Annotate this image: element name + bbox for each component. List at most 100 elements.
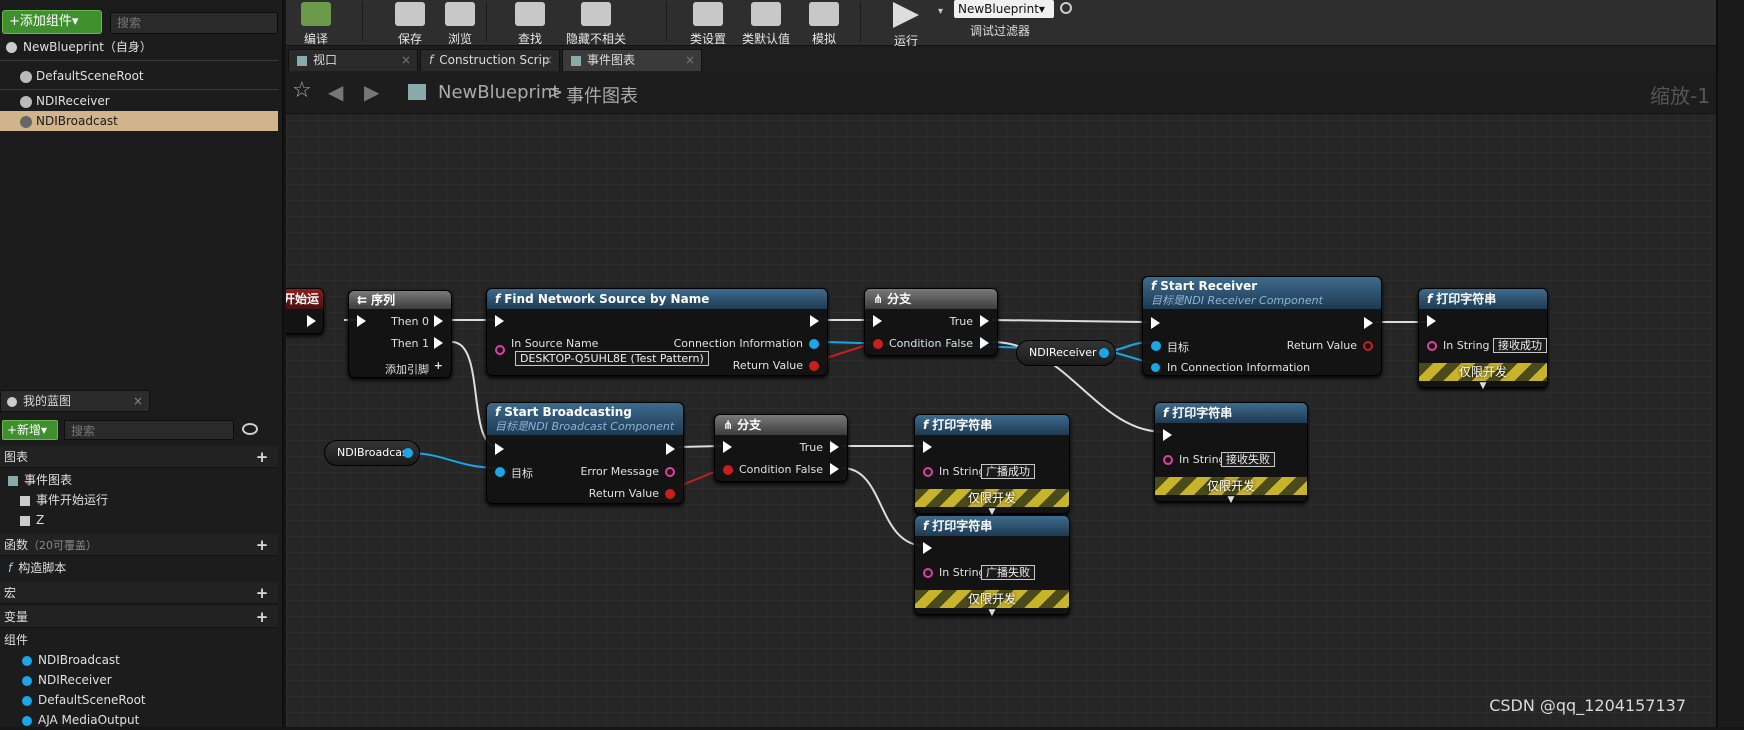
node-start-broadcasting[interactable]: f Start Broadcasting 目标是NDI Broadcast Comp… [486, 402, 684, 504]
tab-construction-script[interactable]: f Construction Scrip × [420, 49, 560, 71]
var-out-pin[interactable] [1099, 348, 1109, 358]
close-icon[interactable]: × [133, 391, 143, 411]
return-value-pin[interactable] [1363, 341, 1373, 351]
in-string-pin[interactable] [1427, 341, 1437, 351]
in-source-name-pin[interactable] [495, 345, 505, 355]
eye-icon[interactable] [242, 423, 258, 435]
hide-unrelated-button[interactable]: 隐藏不相关 [556, 0, 636, 46]
exec-out-pin[interactable] [434, 337, 443, 349]
node-print-receive-fail[interactable]: f 打印字符串 In String 接收失败 仅限开发 ▼ [1154, 402, 1308, 505]
target-pin[interactable] [495, 467, 505, 477]
in-string-field[interactable]: 接收失败 [1221, 452, 1275, 467]
close-icon[interactable]: × [401, 50, 411, 70]
return-value-pin[interactable] [665, 489, 675, 499]
tab-viewport[interactable]: 视口 × [288, 49, 418, 71]
class-defaults-button[interactable]: 类默认值 [736, 0, 796, 46]
exec-in-pin[interactable] [1151, 317, 1160, 329]
section-functions[interactable]: 函数（20可覆盖） + [0, 534, 278, 556]
add-pin-icon[interactable]: + [434, 359, 443, 372]
event-graph-canvas[interactable]: ☆ ◀ ▶ NewBlueprint > 事件图表 缩放-1 开始运 ⇇ 序列 … [286, 72, 1716, 727]
exec-out-pin[interactable] [666, 443, 675, 455]
debug-object-select[interactable]: NewBlueprint▾ [954, 0, 1054, 18]
component-search-input[interactable]: 搜索 [110, 12, 278, 34]
debug-search-icon[interactable] [1060, 2, 1072, 14]
exec-in-pin[interactable] [1163, 429, 1172, 441]
node-sequence[interactable]: ⇇ 序列 Then 0 Then 1 添加引脚 + [348, 290, 452, 378]
node-branch-receiver[interactable]: ⋔ 分支 True Condition False [864, 288, 998, 356]
var-out-pin[interactable] [403, 448, 413, 458]
compile-button[interactable]: 编译 [286, 0, 346, 46]
in-connection-pin[interactable] [1151, 363, 1160, 372]
var-node-ndi-broadcast[interactable]: NDIBroadcast [324, 440, 420, 466]
new-button[interactable]: +新增▾ [2, 420, 58, 440]
section-graphs[interactable]: 图表 + [0, 446, 278, 468]
simulate-button[interactable]: 模拟 [794, 0, 854, 46]
target-pin[interactable] [1151, 341, 1161, 351]
run-options-chevron-icon[interactable]: ▾ [938, 6, 943, 17]
tree-item-ndi-broadcast[interactable]: NDIBroadcast [0, 111, 278, 131]
exec-in-pin[interactable] [1427, 315, 1436, 327]
expand-chevron-icon[interactable]: ▼ [915, 608, 1069, 618]
add-component-button[interactable]: +添加组件▾ [2, 10, 102, 34]
exec-in-pin[interactable] [873, 315, 882, 327]
exec-out-pin[interactable] [434, 315, 443, 327]
exec-in-pin[interactable] [357, 315, 366, 327]
in-string-pin[interactable] [923, 467, 933, 477]
self-item[interactable]: NewBlueprint（自身） [0, 37, 278, 57]
node-branch-broadcast[interactable]: ⋔ 分支 True Condition False [714, 414, 848, 482]
exec-out-pin[interactable] [307, 315, 316, 327]
in-source-name-field[interactable]: DESKTOP-Q5UHL8E (Test Pattern) [515, 351, 709, 366]
exec-in-pin[interactable] [923, 441, 932, 453]
var-item-ndi-receiver[interactable]: NDIReceiver [0, 670, 278, 690]
exec-in-pin[interactable] [723, 441, 732, 453]
node-print-broadcast-success[interactable]: f 打印字符串 In String 广播成功 仅限开发 ▼ [914, 414, 1070, 517]
section-variables[interactable]: 变量 + [0, 606, 278, 628]
connection-info-pin[interactable] [809, 339, 819, 349]
in-string-field[interactable]: 广播成功 [981, 464, 1035, 479]
node-print-broadcast-fail[interactable]: f 打印字符串 In String 广播失败 仅限开发 ▼ [914, 515, 1070, 618]
class-settings-button[interactable]: 类设置 [678, 0, 738, 46]
add-pin-label[interactable]: 添加引脚 [385, 361, 429, 377]
in-string-pin[interactable] [923, 568, 933, 578]
var-item-ndi-broadcast[interactable]: NDIBroadcast [0, 650, 278, 670]
section-macros[interactable]: 宏 + [0, 582, 278, 604]
exec-in-pin[interactable] [495, 315, 504, 327]
in-string-field[interactable]: 广播失败 [981, 565, 1035, 580]
var-item-aja-media-output[interactable]: AJA MediaOutput [0, 710, 278, 730]
node-print-receive-success[interactable]: f 打印字符串 In String 接收成功 仅限开发 ▼ [1418, 288, 1548, 391]
in-string-field[interactable]: 接收成功 [1493, 338, 1547, 353]
true-exec-pin[interactable] [980, 315, 989, 327]
run-button[interactable]: 运行 [876, 0, 936, 48]
condition-pin[interactable] [873, 339, 883, 349]
node-find-network-source[interactable]: f Find Network Source by Name In Source N… [486, 288, 828, 376]
condition-pin[interactable] [723, 465, 733, 475]
return-value-pin[interactable] [809, 361, 819, 371]
my-blueprint-search-input[interactable]: 搜索 [64, 420, 234, 440]
tree-item-default-scene-root[interactable]: DefaultSceneRoot [0, 66, 278, 86]
variables-components-group[interactable]: 组件 [0, 630, 278, 650]
graph-item-event-graph[interactable]: 事件图表 [0, 470, 278, 490]
exec-out-pin[interactable] [1364, 317, 1373, 329]
var-item-default-scene-root[interactable]: DefaultSceneRoot [0, 690, 278, 710]
in-string-pin[interactable] [1163, 455, 1173, 465]
graph-item-z[interactable]: Z [0, 510, 278, 530]
tab-event-graph[interactable]: 事件图表 × [562, 49, 702, 71]
tree-item-ndi-receiver[interactable]: NDIReceiver [0, 91, 278, 111]
false-exec-pin[interactable] [830, 463, 839, 475]
add-function-icon[interactable]: + [254, 534, 270, 556]
close-icon[interactable]: × [685, 50, 695, 70]
add-graph-icon[interactable]: + [254, 446, 270, 468]
exec-in-pin[interactable] [495, 443, 504, 455]
function-item-construct[interactable]: f 构造脚本 [0, 558, 278, 578]
expand-chevron-icon[interactable]: ▼ [1419, 381, 1547, 391]
node-start-receiver[interactable]: f Start Receiver 目标是NDI Receiver Component… [1142, 276, 1382, 376]
node-event-begin-play[interactable]: 开始运行 [286, 288, 324, 334]
graph-item-event-begin[interactable]: 事件开始运行 [0, 490, 278, 510]
error-message-pin[interactable] [665, 467, 675, 477]
close-icon[interactable]: × [543, 50, 553, 70]
find-button[interactable]: 查找 [500, 0, 560, 46]
true-exec-pin[interactable] [830, 441, 839, 453]
add-variable-icon[interactable]: + [254, 606, 270, 628]
expand-chevron-icon[interactable]: ▼ [1155, 495, 1307, 505]
false-exec-pin[interactable] [980, 337, 989, 349]
